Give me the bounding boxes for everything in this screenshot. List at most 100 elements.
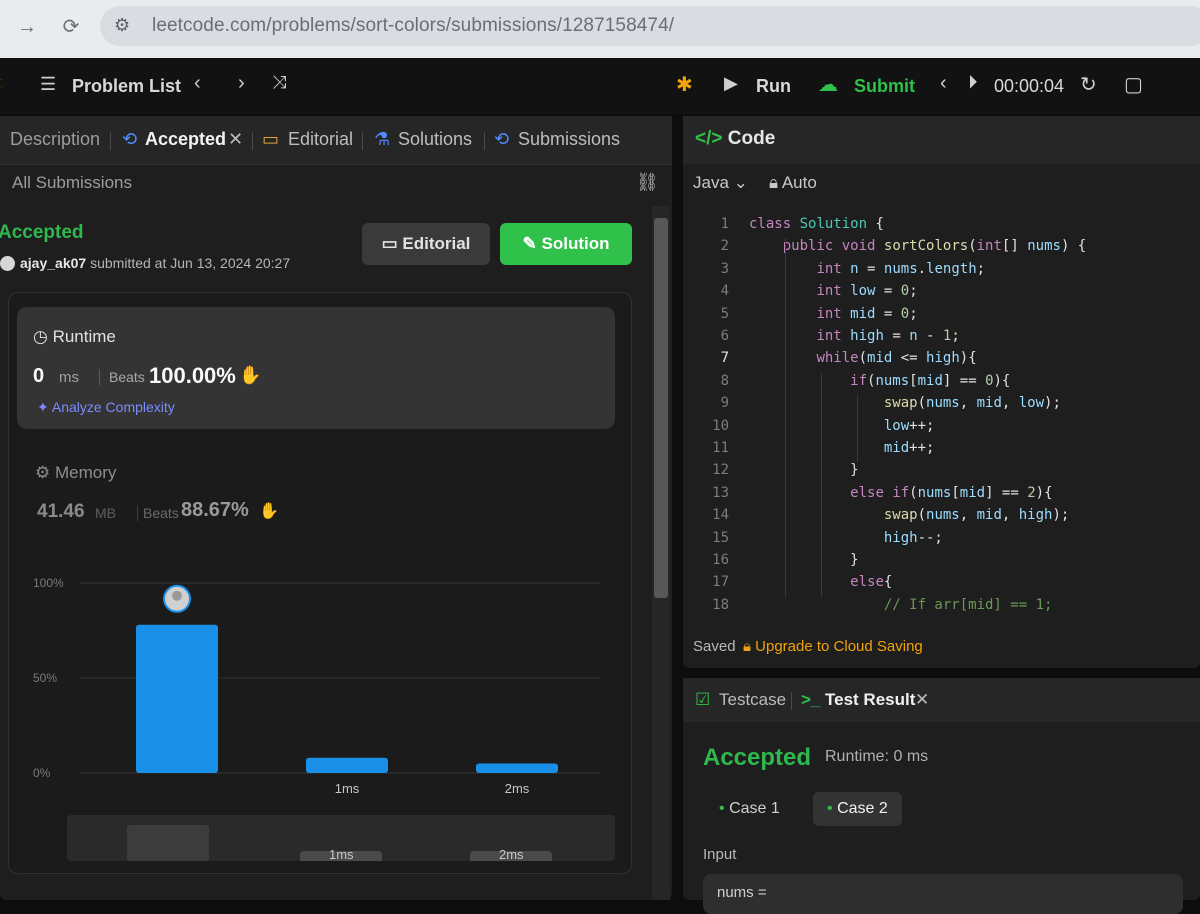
leetcode-logo-icon[interactable]: ◐: [0, 72, 6, 95]
timer-text: 00:00:04: [994, 76, 1065, 96]
scrollbar-thumb[interactable]: [654, 218, 668, 598]
indent-guide: [821, 372, 822, 597]
minimap-window[interactable]: [127, 825, 209, 861]
timer-play-icon[interactable]: ⏵: [968, 72, 978, 94]
test-panel-header: ☑ Testcase >_ Test Result ✕: [683, 678, 1200, 722]
tab-testcase[interactable]: Testcase: [719, 690, 786, 710]
debug-icon[interactable]: ✱: [676, 72, 693, 97]
left-tab-bar: Description ⟲ Accepted ✕ ▭ Editorial ⚗ S…: [0, 116, 672, 165]
language-select[interactable]: Java ⌄: [693, 173, 748, 193]
y-tick-label: 50%: [33, 671, 57, 685]
submission-panel: Description ⟲ Accepted ✕ ▭ Editorial ⚗ S…: [0, 116, 672, 900]
link-icon[interactable]: ⛓: [636, 172, 659, 193]
line-number: 18: [712, 596, 729, 613]
line-number: 3: [720, 260, 729, 277]
line-number: 11: [712, 440, 729, 456]
code-panel: </> Code Java ⌄ 🔒︎ Auto 1 class Solution …: [683, 116, 1200, 668]
book-icon: ▭: [262, 129, 280, 149]
submit-button[interactable]: Submit: [854, 76, 915, 97]
tab-submissions[interactable]: Submissions: [518, 129, 620, 150]
history-icon: ⟲: [494, 129, 510, 149]
runtime-beats-value: 100.00%: [149, 363, 236, 388]
code-line: }: [749, 462, 859, 479]
tab-description[interactable]: Description: [10, 129, 100, 150]
y-tick-label: 0%: [33, 766, 51, 780]
upgrade-cloud-link[interactable]: 🔒︎ Upgrade to Cloud Saving: [743, 638, 923, 655]
code-line: int mid = 0;: [816, 305, 918, 322]
line-number: 14: [712, 507, 729, 524]
clap-icon: ✋: [239, 365, 262, 385]
tab-divider: [362, 132, 363, 150]
code-line: class Solution {: [749, 216, 884, 232]
vertical-scrollbar[interactable]: [652, 206, 670, 900]
flask-icon: ⚗: [374, 129, 391, 149]
test-panel: ☑ Testcase >_ Test Result ✕ Accepted Run…: [683, 678, 1200, 914]
run-button[interactable]: Run: [756, 76, 791, 97]
minimap-label: 1ms: [329, 847, 354, 862]
collapse-timer-icon[interactable]: ‹: [940, 72, 947, 95]
tab-divider: [484, 132, 485, 150]
username[interactable]: ajay_ak07: [20, 255, 86, 271]
lock-icon: 🔒︎: [769, 173, 779, 192]
chevron-down-icon: ⌄: [733, 173, 748, 192]
code-line: }: [749, 552, 859, 568]
solution-button[interactable]: ✎ Solution: [500, 223, 632, 265]
case-1-tab[interactable]: • Case 1: [705, 792, 794, 826]
tab-editorial[interactable]: Editorial: [288, 129, 353, 150]
tab-accepted[interactable]: Accepted: [145, 129, 226, 150]
edit-icon: ✎: [522, 234, 537, 253]
site-settings-icon[interactable]: ⚙: [114, 15, 130, 36]
saved-status: Saved: [693, 638, 736, 655]
notes-icon[interactable]: ▢: [1124, 72, 1143, 97]
address-bar[interactable]: ⚙ leetcode.com/problems/sort-colors/subm…: [100, 6, 1200, 46]
runtime-value: 0: [33, 365, 45, 387]
run-icon[interactable]: ▶: [724, 73, 738, 94]
problem-list-link[interactable]: Problem List: [72, 76, 181, 97]
case-2-tab[interactable]: • Case 2: [813, 792, 902, 826]
line-number: 17: [712, 574, 729, 591]
editorial-button[interactable]: ▭ Editorial: [362, 223, 490, 265]
tab-solutions[interactable]: Solutions: [398, 129, 472, 150]
chart-bar: [306, 757, 388, 773]
code-icon: </>: [695, 128, 723, 149]
line-number: 10: [712, 417, 729, 434]
chart-minimap[interactable]: 1ms 2ms: [67, 815, 615, 862]
code-line: int low = 0;: [816, 283, 918, 300]
code-panel-title: </> Code: [695, 128, 776, 149]
indent-guide: [785, 238, 786, 597]
problem-list-icon: ☰: [40, 74, 57, 94]
line-number: 16: [712, 552, 729, 568]
url-text: leetcode.com/problems/sort-colors/submis…: [152, 15, 675, 36]
shuffle-icon[interactable]: ⤨: [272, 72, 286, 93]
all-submissions-link[interactable]: All Submissions: [12, 173, 132, 193]
input-value-box: nums =: [703, 874, 1183, 914]
runtime-label: ◷ Runtime: [33, 327, 116, 346]
analyze-complexity-link[interactable]: ✦ Analyze Complexity: [37, 399, 175, 416]
book-icon: ▭: [381, 234, 398, 253]
auto-mode-toggle[interactable]: 🔒︎ Auto: [769, 173, 817, 193]
line-number: 2: [720, 238, 729, 255]
runtime-unit: ms: [59, 369, 79, 386]
prev-problem-icon[interactable]: ‹: [194, 72, 201, 95]
runtime-beats-label: Beats: [109, 369, 145, 385]
runtime-box[interactable]: ◷ Runtime 0 ms Beats 100.00% ✋ ✦ Analyze…: [17, 307, 615, 429]
accepted-tab-icon: ⟲: [122, 129, 138, 149]
code-editor[interactable]: 1 class Solution {2 public void sortColor…: [683, 210, 1200, 620]
code-line: int high = n - 1;: [816, 328, 960, 344]
memory-value: 41.46: [37, 501, 85, 522]
forward-icon[interactable]: →: [14, 14, 40, 40]
reset-timer-icon[interactable]: ↻: [1080, 72, 1097, 97]
test-status: Accepted: [703, 744, 812, 771]
tab-divider: [110, 132, 111, 150]
solution-button-label: Solution: [541, 234, 610, 253]
next-problem-icon[interactable]: ›: [238, 72, 245, 95]
close-tab-icon[interactable]: ✕: [915, 690, 929, 710]
close-tab-icon[interactable]: ✕: [228, 129, 243, 150]
reload-icon[interactable]: ⟳: [58, 14, 84, 40]
chart-bar: [476, 763, 558, 773]
input-label: Input: [703, 846, 737, 863]
code-panel-header: </> Code: [683, 116, 1200, 164]
upload-cloud-icon[interactable]: ☁: [818, 72, 838, 97]
tab-test-result[interactable]: Test Result: [825, 690, 915, 710]
nums-label: nums =: [717, 884, 767, 901]
